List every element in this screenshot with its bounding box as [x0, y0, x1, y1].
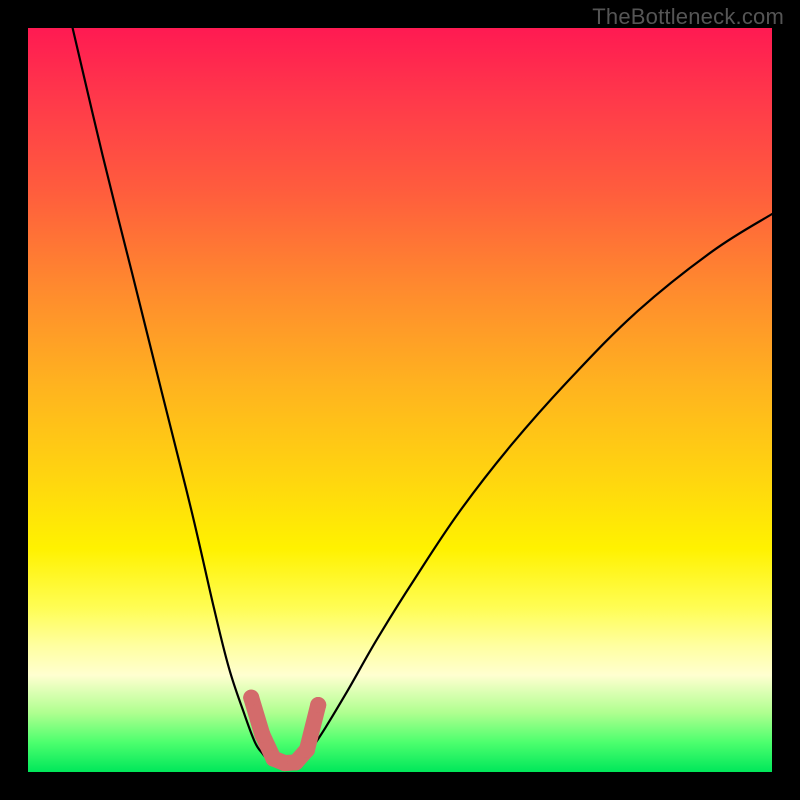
bottleneck-curve [73, 28, 270, 762]
highlight-dot [299, 742, 315, 758]
curve-group [73, 28, 772, 765]
bottleneck-curve [300, 214, 772, 762]
highlight-dot [254, 727, 270, 743]
curve-svg [28, 28, 772, 772]
highlight-dot [288, 754, 304, 770]
chart-container: TheBottleneck.com [0, 0, 800, 800]
highlight-group [243, 690, 326, 772]
plot-area [28, 28, 772, 772]
highlight-dot [310, 697, 326, 713]
highlight-dot [243, 690, 259, 706]
watermark-text: TheBottleneck.com [592, 4, 784, 30]
